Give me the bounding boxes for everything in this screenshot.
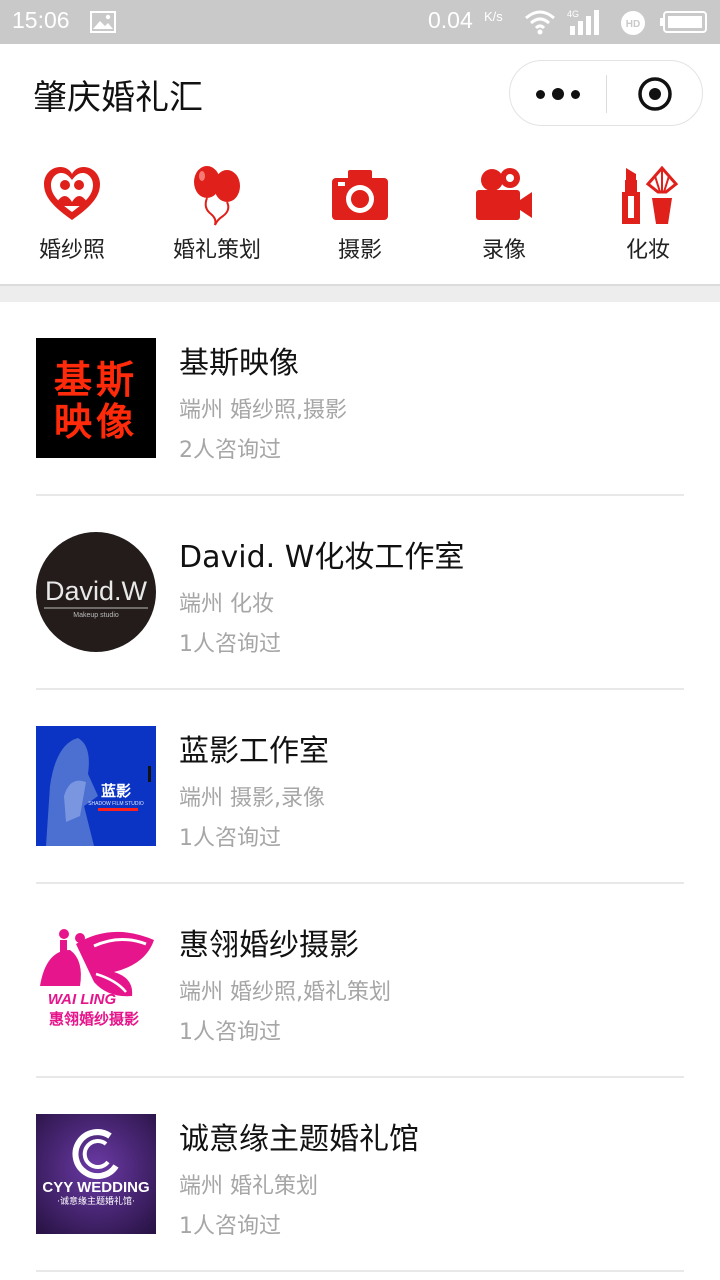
battery-icon — [660, 11, 707, 33]
category-wedding-planning[interactable]: 婚礼策划 — [152, 154, 282, 274]
status-bar: 15:06 0.04 K/s 4G HD — [0, 0, 720, 44]
logo-text: David.W — [45, 576, 148, 606]
page-title: 肇庆婚礼汇 — [33, 78, 203, 118]
vendor-meta: 端州 摄影,录像 — [179, 786, 325, 811]
logo-text: 基斯 — [54, 358, 138, 402]
vendor-meta: 端州 婚礼策划 — [179, 1174, 318, 1199]
more-button[interactable] — [510, 61, 606, 127]
vendor-logo-image: 基斯 映像 — [54, 358, 138, 444]
logo-text: Makeup studio — [73, 612, 119, 619]
signal-label: 4G — [567, 9, 579, 19]
camera-icon — [332, 170, 388, 220]
logo-text: 蓝影 — [101, 782, 131, 800]
balloons-icon — [194, 166, 240, 226]
logo-text: CYY WEDDING — [42, 1179, 149, 1196]
category-wedding-photo[interactable]: 婚纱照 — [7, 154, 137, 274]
vendor-logo-image: WAI LING 惠翎婚纱摄影 — [40, 929, 154, 1028]
category-label: 化妆 — [625, 238, 670, 263]
vendor-logo: 基斯 映像 — [36, 338, 156, 458]
hd-icon: HD — [621, 11, 645, 35]
logo-text: SHADOW FILM STUDIO — [88, 801, 144, 807]
vendor-meta: 端州 婚纱照,摄影 — [179, 398, 347, 423]
wifi-icon — [525, 10, 555, 35]
vendor-consult-count: 1人咨询过 — [179, 1020, 281, 1045]
category-label: 摄影 — [337, 238, 382, 263]
vendor-logo: CYY WEDDING ·诚意缘主题婚礼馆· — [36, 1114, 156, 1234]
vendor-logo: 蓝影 SHADOW FILM STUDIO — [36, 726, 156, 846]
vendor-name: 惠翎婚纱摄影 — [179, 928, 359, 963]
vendor-consult-count: 1人咨询过 — [179, 632, 281, 657]
vendor-name: 基斯映像 — [179, 346, 299, 381]
more-dots-icon — [536, 89, 545, 99]
net-speed: 0.04 — [428, 7, 473, 33]
vendor-logo-image: 蓝影 SHADOW FILM STUDIO — [36, 726, 156, 846]
makeup-icon — [622, 165, 678, 224]
category-label: 婚纱照 — [38, 238, 105, 263]
vendor-logo-image: David.W Makeup studio — [36, 532, 156, 652]
list-item[interactable]: WAI LING 惠翎婚纱摄影 惠翎婚纱摄影 端州 婚纱照,婚礼策划 1人咨询过 — [0, 884, 720, 1078]
row-divider — [36, 1270, 684, 1272]
category-label: 婚礼策划 — [172, 238, 261, 263]
mini-program-capsule — [509, 60, 703, 126]
list-item[interactable]: CYY WEDDING ·诚意缘主题婚礼馆· 诚意缘主题婚礼馆 端州 婚礼策划 … — [0, 1078, 720, 1272]
vendor-consult-count: 1人咨询过 — [179, 826, 281, 851]
category-video[interactable]: 录像 — [439, 154, 569, 274]
net-unit: K/s — [484, 9, 503, 24]
title-bar: 肇庆婚礼汇 — [0, 44, 720, 144]
section-divider — [0, 284, 720, 302]
list-item[interactable]: David.W Makeup studio David. W化妆工作室 端州 化… — [0, 496, 720, 690]
vendor-name: 诚意缘主题婚礼馆 — [179, 1122, 419, 1157]
list-item[interactable]: 基斯 映像 基斯映像 端州 婚纱照,摄影 2人咨询过 — [0, 302, 720, 496]
vendor-meta: 端州 婚纱照,婚礼策划 — [179, 980, 391, 1005]
category-nav: 婚纱照 婚礼策划 摄影 录像 化妆 — [0, 154, 720, 284]
more-dot-right — [571, 89, 580, 99]
vendor-logo: David.W Makeup studio — [36, 532, 156, 652]
vendor-logo-image: CYY WEDDING ·诚意缘主题婚礼馆· — [36, 1114, 156, 1234]
logo-text: ·诚意缘主题婚礼馆· — [57, 1195, 135, 1207]
logo-text: 惠翎婚纱摄影 — [49, 1010, 139, 1028]
heart-couple-icon — [44, 167, 100, 220]
vendor-name: David. W化妆工作室 — [179, 540, 465, 575]
logo-text: 映像 — [54, 400, 138, 444]
vendor-meta: 端州 化妆 — [179, 592, 274, 617]
vendor-logo: WAI LING 惠翎婚纱摄影 — [36, 920, 156, 1040]
hd-label: HD — [626, 19, 640, 30]
list-item[interactable]: 蓝影 SHADOW FILM STUDIO 蓝影工作室 端州 摄影,录像 1人咨… — [0, 690, 720, 884]
close-button[interactable] — [607, 61, 703, 127]
signal-icon: 4G — [567, 9, 599, 35]
close-target-icon — [638, 77, 672, 111]
more-dot-center — [552, 88, 564, 100]
logo-text: WAI LING — [48, 991, 117, 1008]
status-time: 15:06 — [12, 7, 70, 33]
category-photography[interactable]: 摄影 — [295, 154, 425, 274]
vendor-consult-count: 2人咨询过 — [179, 438, 281, 463]
image-icon — [90, 11, 116, 33]
category-label: 录像 — [481, 238, 526, 263]
category-makeup[interactable]: 化妆 — [583, 154, 713, 274]
vendor-name: 蓝影工作室 — [179, 734, 329, 769]
video-camera-icon — [476, 168, 532, 220]
vendor-consult-count: 1人咨询过 — [179, 1214, 281, 1239]
